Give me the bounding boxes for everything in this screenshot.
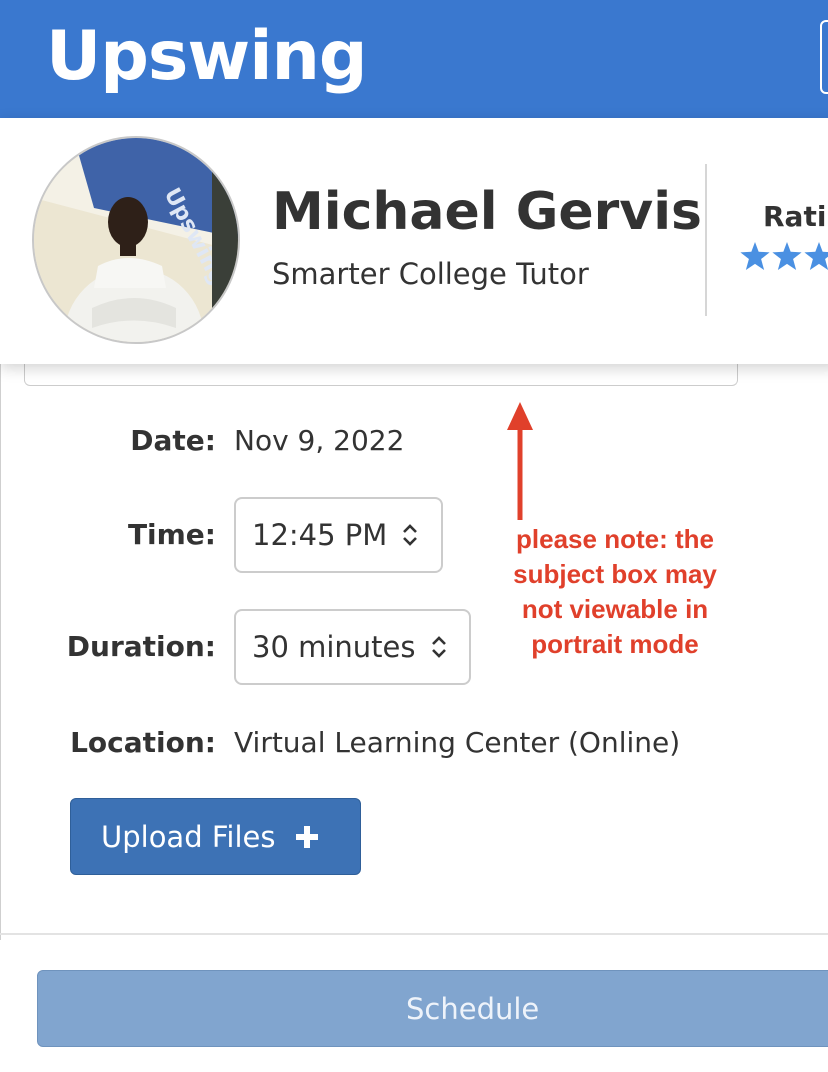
tutor-name: Michael Gervis xyxy=(272,182,702,242)
app-header: Upswing xyxy=(0,0,828,118)
duration-select-value: 30 minutes xyxy=(252,630,416,664)
schedule-label: Schedule xyxy=(406,991,540,1026)
tutor-title: Smarter College Tutor xyxy=(272,257,589,291)
time-select-value: 12:45 PM xyxy=(252,518,388,552)
profile-divider xyxy=(705,164,707,316)
rating-stars xyxy=(740,242,828,270)
time-label: Time: xyxy=(127,518,216,551)
plus-icon xyxy=(295,825,319,849)
rating-label: Rati xyxy=(763,200,827,233)
location-label: Location: xyxy=(70,726,216,759)
arrow-up-icon xyxy=(505,402,535,526)
time-select[interactable]: 12:45 PM xyxy=(234,497,443,573)
location-value: Virtual Learning Center (Online) xyxy=(234,726,681,759)
footer-divider xyxy=(0,933,828,935)
tutor-profile-card: Upswing Michael Gervis Smarter College T… xyxy=(0,118,828,364)
updown-chevron-icon xyxy=(401,523,419,547)
date-value: Nov 9, 2022 xyxy=(234,424,405,457)
upload-files-button[interactable]: Upload Files xyxy=(70,798,361,875)
header-menu-button[interactable] xyxy=(820,20,828,94)
annotation-note: please note: the subject box may not vie… xyxy=(513,524,717,659)
duration-label: Duration: xyxy=(66,630,216,663)
star-icon xyxy=(804,242,828,270)
upload-files-label: Upload Files xyxy=(101,819,276,854)
star-icon xyxy=(772,242,802,270)
tutor-avatar: Upswing xyxy=(32,136,240,344)
schedule-button[interactable]: Schedule xyxy=(37,970,828,1047)
duration-select[interactable]: 30 minutes xyxy=(234,609,471,685)
upswing-logo[interactable]: Upswing xyxy=(46,14,368,100)
tutor-photo: Upswing xyxy=(34,138,238,342)
star-icon xyxy=(740,242,770,270)
panel-left-border xyxy=(0,360,1,940)
updown-chevron-icon xyxy=(430,635,448,659)
date-label: Date: xyxy=(130,424,216,457)
